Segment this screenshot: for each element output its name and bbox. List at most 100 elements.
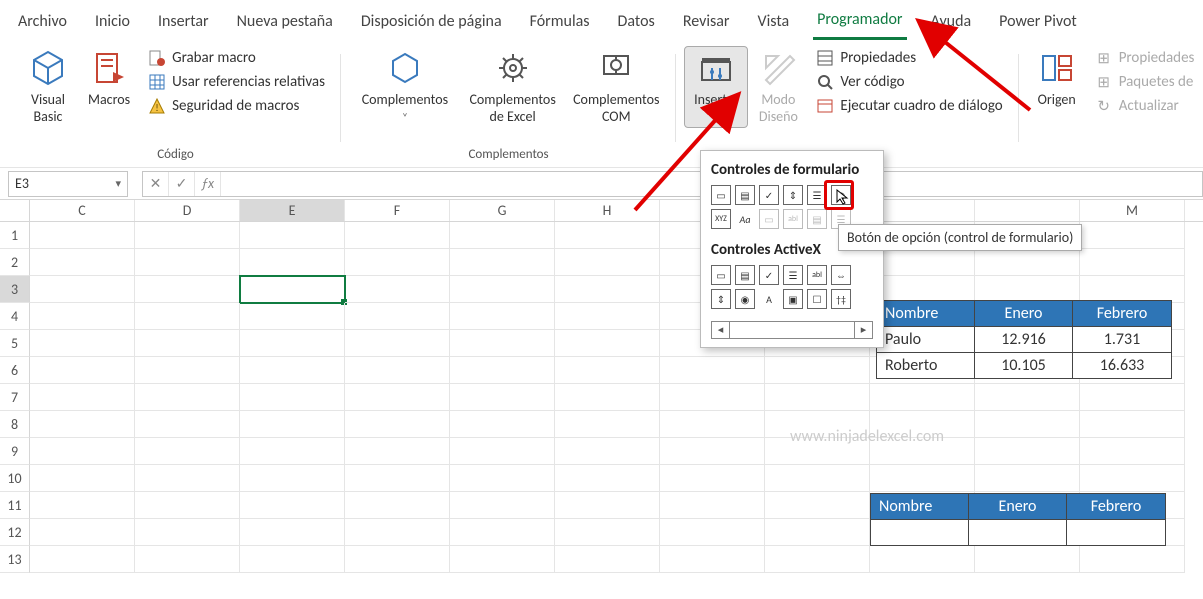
tab-vista[interactable]: Vista (754, 8, 794, 39)
form-label-icon[interactable]: Aa (735, 209, 755, 229)
tab-disposicion[interactable]: Disposición de página (357, 8, 506, 39)
activex-option-icon[interactable]: ◉ (735, 289, 755, 309)
scroll-left-icon[interactable]: ◂ (712, 322, 730, 338)
form-combo-icon[interactable]: ▤ (735, 185, 755, 205)
grid-icon (148, 73, 166, 91)
tab-formulas[interactable]: Fórmulas (526, 8, 594, 39)
macros-label: Macros (88, 92, 130, 109)
form-checkbox-icon[interactable]: ✓ (759, 185, 779, 205)
table1-cell: Paulo (877, 327, 975, 353)
active-cell[interactable] (240, 276, 345, 303)
col-header[interactable]: M (1080, 200, 1185, 221)
activex-more-icon[interactable]: †‡ (831, 289, 851, 309)
form-spinner-icon[interactable]: ⇕ (783, 185, 803, 205)
tab-inicio[interactable]: Inicio (91, 8, 134, 39)
row-header[interactable]: 12 (0, 519, 30, 546)
row-header[interactable]: 5 (0, 330, 30, 357)
svg-text:!: ! (155, 101, 158, 114)
paquetes-expansion-button[interactable]: ⊞ Paquetes de (1089, 72, 1201, 92)
activex-toggle-icon[interactable]: ☐ (807, 289, 827, 309)
row-header[interactable]: 4 (0, 303, 30, 330)
propiedades-asignacion-button[interactable]: ⊞ Propiedades (1089, 48, 1201, 68)
col-header[interactable]: G (450, 200, 555, 221)
row-header[interactable]: 7 (0, 384, 30, 411)
complementos-label: Complementos (359, 92, 451, 126)
popup-scrollbar[interactable]: ◂ ▸ (711, 321, 873, 339)
pack-icon: ⊞ (1095, 73, 1113, 91)
tab-archivo[interactable]: Archivo (14, 8, 71, 39)
tab-datos[interactable]: Datos (614, 8, 659, 39)
row-header[interactable]: 2 (0, 249, 30, 276)
tab-programador[interactable]: Programador (813, 6, 906, 40)
table2-header: Enero (969, 494, 1067, 520)
activex-label-icon[interactable]: A (759, 289, 779, 309)
col-header[interactable]: H (555, 200, 660, 221)
row-header[interactable]: 9 (0, 438, 30, 465)
addon-com-icon (598, 50, 634, 86)
row-header[interactable]: 11 (0, 492, 30, 519)
tab-nueva-pestana[interactable]: Nueva pestaña (233, 8, 337, 39)
tab-revisar[interactable]: Revisar (679, 8, 734, 39)
row-header[interactable]: 3 (0, 276, 30, 303)
insertar-controles-button[interactable]: Insertar (684, 46, 748, 128)
name-box-dropdown-icon[interactable]: ▾ (115, 177, 121, 190)
addon-hex-icon (387, 50, 423, 86)
vb-icon (30, 50, 66, 86)
fx-enter-icon[interactable]: ✓ (169, 172, 195, 196)
activex-listbox-icon[interactable]: ☰ (783, 265, 803, 285)
complementos-excel-button[interactable]: Complementos de Excel (461, 46, 565, 128)
addon-gear-icon (495, 50, 531, 86)
fx-insert-function-icon[interactable]: ƒx (195, 172, 221, 196)
record-icon (148, 49, 166, 67)
actualizar-datos-button[interactable]: ↻ Actualizar (1089, 96, 1201, 116)
activex-combo-icon[interactable]: ▤ (735, 265, 755, 285)
seguridad-macros-button[interactable]: ! Seguridad de macros (142, 96, 331, 116)
complementos-com-button[interactable]: Complementos COM (564, 46, 668, 128)
col-header[interactable]: D (135, 200, 240, 221)
grabar-macro-button[interactable]: Grabar macro (142, 48, 331, 68)
tab-ayuda[interactable]: Ayuda (927, 8, 976, 39)
visual-basic-button[interactable]: Visual Basic (18, 46, 78, 128)
form-disabled-icon: abl (783, 209, 803, 229)
propiedades-label: Propiedades (840, 49, 916, 67)
row-header[interactable]: 1 (0, 222, 30, 249)
complementos-button[interactable]: Complementos (349, 46, 461, 128)
popup-title-form: Controles de formulario (711, 161, 873, 179)
form-groupbox-icon[interactable]: XYZ (711, 209, 731, 229)
row-header[interactable]: 10 (0, 465, 30, 492)
select-all-corner[interactable] (0, 200, 30, 221)
usar-referencias-button[interactable]: Usar referencias relativas (142, 72, 331, 92)
row-header[interactable]: 13 (0, 546, 30, 573)
macros-icon (91, 50, 127, 86)
name-box[interactable]: E3 ▾ (8, 171, 128, 197)
refresh-icon: ↻ (1095, 97, 1113, 115)
ejecutar-dialogo-button[interactable]: Ejecutar cuadro de diálogo (810, 96, 1008, 116)
form-button-icon[interactable]: ▭ (711, 185, 731, 205)
modo-diseno-button[interactable]: Modo Diseño (748, 46, 808, 128)
modo-diseno-label: Modo Diseño (759, 92, 798, 126)
activex-checkbox-icon[interactable]: ✓ (759, 265, 779, 285)
col-header[interactable] (870, 200, 975, 221)
activex-button-icon[interactable]: ▭ (711, 265, 731, 285)
tab-powerpivot[interactable]: Power Pivot (995, 8, 1081, 39)
table1-header: Nombre (877, 301, 975, 327)
row-header[interactable]: 6 (0, 357, 30, 384)
activex-textbox-icon[interactable]: abl (807, 265, 827, 285)
col-header[interactable] (975, 200, 1080, 221)
col-header[interactable]: F (345, 200, 450, 221)
col-header[interactable]: C (30, 200, 135, 221)
activex-image-icon[interactable]: ▣ (783, 289, 803, 309)
propiedades-button[interactable]: Propiedades (810, 48, 1008, 68)
row-header[interactable]: 8 (0, 411, 30, 438)
tab-insertar[interactable]: Insertar (154, 8, 213, 39)
ver-codigo-button[interactable]: Ver código (810, 72, 1008, 92)
fx-cancel-icon[interactable]: ✕ (143, 172, 169, 196)
col-header[interactable]: E (240, 200, 345, 221)
origen-button[interactable]: Origen (1027, 46, 1087, 111)
visual-basic-label: Visual Basic (31, 92, 65, 126)
scroll-right-icon[interactable]: ▸ (854, 322, 872, 338)
grabar-macro-label: Grabar macro (172, 49, 256, 67)
activex-spinner-icon[interactable]: ⇕ (711, 289, 731, 309)
activex-scrollbar-icon[interactable]: ⇔ (831, 265, 851, 285)
macros-button[interactable]: Macros (78, 46, 140, 111)
